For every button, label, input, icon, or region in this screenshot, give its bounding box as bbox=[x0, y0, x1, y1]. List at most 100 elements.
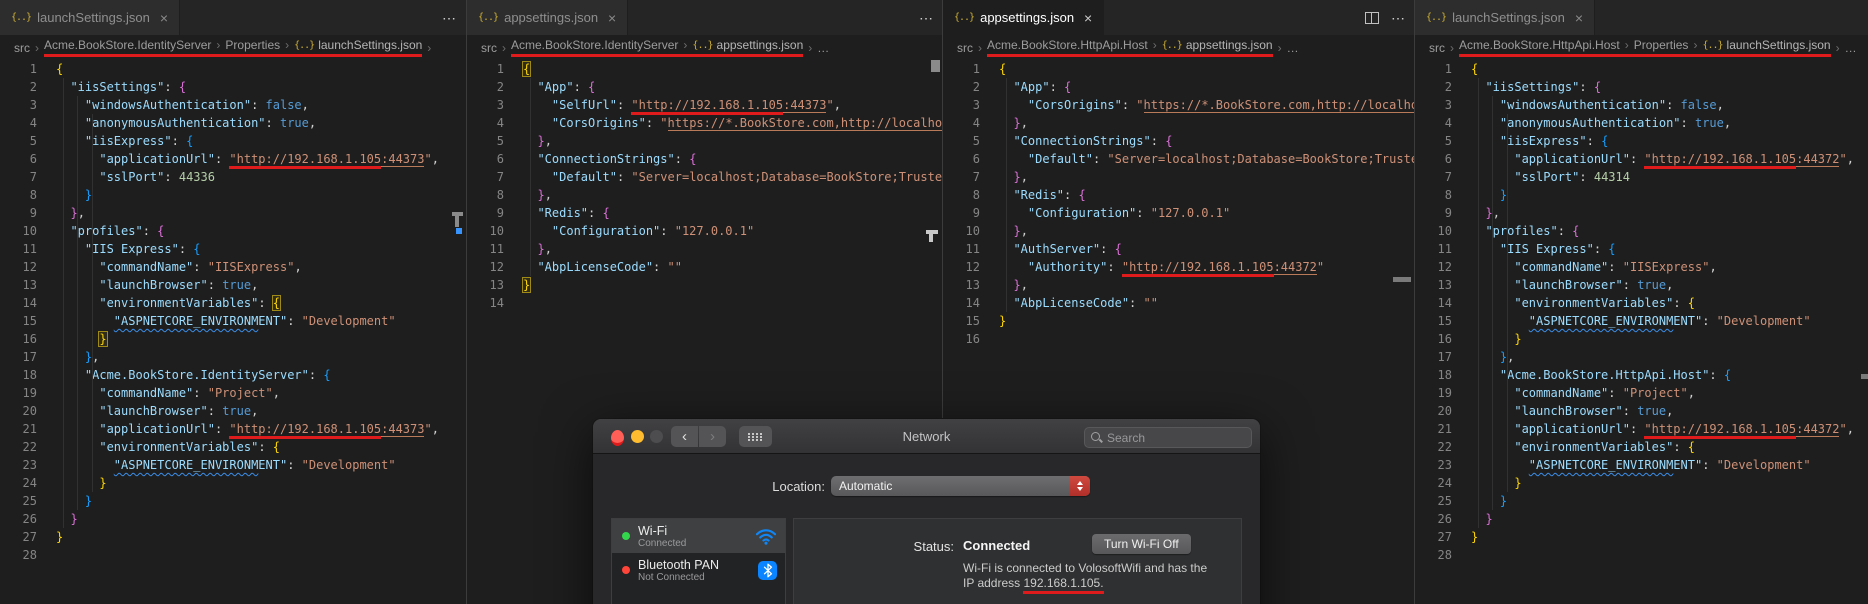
line-number: 11 bbox=[1437, 242, 1452, 256]
line-number: 1 bbox=[29, 62, 37, 76]
line-number: 2 bbox=[496, 80, 504, 94]
line-number: 9 bbox=[972, 206, 980, 220]
breadcrumb-item[interactable]: src bbox=[957, 41, 973, 55]
line-number: 11 bbox=[22, 242, 37, 256]
status-value: Connected bbox=[963, 538, 1031, 553]
code-editor[interactable]: 1{2 "App": {3 "SelfUrl": "http://192.168… bbox=[467, 60, 943, 312]
chevron-right-icon: › bbox=[1152, 38, 1157, 52]
location-select[interactable]: Automatic bbox=[831, 476, 1090, 496]
breadcrumb-item[interactable]: Acme.BookStore.IdentityServer bbox=[44, 38, 211, 52]
json-braces-icon: {..} bbox=[1702, 39, 1723, 51]
breadcrumb-more[interactable]: … bbox=[817, 41, 829, 55]
line-number: 21 bbox=[22, 422, 37, 436]
more-actions-icon[interactable]: ⋯ bbox=[1391, 11, 1405, 25]
close-icon[interactable]: × bbox=[1575, 10, 1583, 26]
code-line: 4 "CorsOrigins": "https://*.BookStore.co… bbox=[467, 114, 943, 132]
code-line: 16 } bbox=[1415, 330, 1868, 348]
close-icon[interactable]: × bbox=[1084, 10, 1092, 26]
breadcrumb-underlined: Acme.BookStore.IdentityServer › {..} appset… bbox=[511, 38, 804, 57]
more-actions-icon[interactable]: ⋯ bbox=[919, 11, 933, 25]
line-number: 22 bbox=[1437, 440, 1452, 454]
search-input[interactable]: Search bbox=[1084, 427, 1252, 448]
location-value: Automatic bbox=[839, 479, 893, 493]
tab-label: launchSettings.json bbox=[37, 10, 150, 25]
code-line: 6 "applicationUrl": "http://192.168.1.10… bbox=[1415, 150, 1868, 169]
chevron-right-icon: › bbox=[216, 38, 221, 52]
service-name: Wi-Fi bbox=[638, 523, 668, 538]
tab-identityserver-launchsettings[interactable]: {..} launchSettings.json × bbox=[0, 0, 181, 35]
chevron-right-icon: › bbox=[502, 40, 506, 55]
code-editor[interactable]: 1{2 "iisSettings": {3 "windowsAuthentica… bbox=[1415, 60, 1868, 564]
breadcrumb-more[interactable]: … bbox=[1287, 41, 1299, 55]
code-line: 26 } bbox=[1415, 510, 1868, 528]
line-number: 14 bbox=[1437, 296, 1452, 310]
line-number: 11 bbox=[489, 242, 504, 256]
code-line: 7 "Default": "Server=localhost;Database=… bbox=[467, 168, 943, 186]
breadcrumb-more[interactable]: … bbox=[1845, 41, 1857, 55]
description-line-1: Wi-Fi is connected to VolosoftWifi and h… bbox=[963, 561, 1208, 575]
line-number: 1 bbox=[496, 62, 504, 76]
breadcrumb-item[interactable]: Acme.BookStore.IdentityServer bbox=[511, 38, 678, 52]
line-number: 24 bbox=[1437, 476, 1452, 490]
code-line: 1{ bbox=[1415, 60, 1868, 78]
editor-actions: ⋯ bbox=[1365, 0, 1405, 35]
line-number: 6 bbox=[496, 152, 504, 166]
close-icon[interactable]: × bbox=[160, 10, 168, 26]
code-line: 11 "IIS Express": { bbox=[1415, 240, 1868, 258]
breadcrumb: src › Acme.BookStore.IdentityServer › {..} ap… bbox=[467, 35, 943, 60]
line-number: 20 bbox=[1437, 404, 1452, 418]
network-services-list: Wi-Fi Connected Bluetooth PAN Not Connec… bbox=[611, 518, 786, 604]
breadcrumb-item[interactable]: Properties bbox=[225, 38, 280, 52]
overview-ruler-mark bbox=[1393, 277, 1411, 282]
chevron-right-icon: › bbox=[1450, 40, 1454, 55]
breadcrumb-file[interactable]: launchSettings.json bbox=[318, 38, 422, 52]
line-number: 15 bbox=[1437, 314, 1452, 328]
turn-wifi-off-button[interactable]: Turn Wi-Fi Off bbox=[1092, 534, 1191, 554]
tab-identityserver-appsettings[interactable]: {..} appsettings.json × bbox=[467, 0, 629, 35]
breadcrumb-item[interactable]: src bbox=[481, 41, 497, 55]
line-number: 2 bbox=[29, 80, 37, 94]
code-line: 8 } bbox=[0, 186, 466, 204]
code-line: 22 "environmentVariables": { bbox=[0, 438, 466, 456]
breadcrumb-item[interactable]: Properties bbox=[1634, 38, 1689, 52]
code-line: 15} bbox=[943, 312, 1415, 330]
code-line: 5 }, bbox=[467, 132, 943, 150]
tab-httpapihost-launchsettings[interactable]: {..} launchSettings.json × bbox=[1415, 0, 1596, 35]
line-number: 13 bbox=[1437, 278, 1452, 292]
code-line: 10 }, bbox=[943, 222, 1415, 240]
code-editor[interactable]: 1{2 "iisSettings": {3 "windowsAuthentica… bbox=[0, 60, 466, 564]
code-line: 9 }, bbox=[1415, 204, 1868, 222]
close-icon[interactable]: × bbox=[608, 10, 616, 26]
breadcrumb-item[interactable]: src bbox=[1429, 41, 1445, 55]
line-number: 3 bbox=[29, 98, 37, 112]
wifi-icon bbox=[755, 529, 777, 545]
code-line: 13 "launchBrowser": true, bbox=[1415, 276, 1868, 294]
breadcrumb-file[interactable]: appsettings.json bbox=[1186, 38, 1273, 52]
code-line: 27} bbox=[0, 528, 466, 546]
breadcrumb-item[interactable]: Acme.BookStore.HttpApi.Host bbox=[987, 38, 1148, 52]
breadcrumb-item[interactable]: Acme.BookStore.HttpApi.Host bbox=[1459, 38, 1620, 52]
editor-actions: ⋯ bbox=[919, 0, 933, 35]
more-actions-icon[interactable]: ⋯ bbox=[442, 11, 456, 25]
tab-httpapihost-appsettings[interactable]: {..} appsettings.json × bbox=[943, 0, 1105, 35]
code-line: 6 "ConnectionStrings": { bbox=[467, 150, 943, 168]
breadcrumb-item[interactable]: src bbox=[14, 41, 30, 55]
line-number: 20 bbox=[22, 404, 37, 418]
breadcrumb-file[interactable]: appsettings.json bbox=[717, 38, 804, 52]
indent-guide bbox=[92, 114, 93, 492]
indent-guide bbox=[1478, 78, 1479, 528]
code-line: 14 "environmentVariables": { bbox=[0, 294, 466, 312]
tab-bar: {..} launchSettings.json × ⋯ bbox=[0, 0, 466, 35]
split-editor-icon[interactable] bbox=[1365, 11, 1379, 24]
service-item-wifi[interactable]: Wi-Fi Connected bbox=[612, 519, 785, 553]
code-line: 25 } bbox=[1415, 492, 1868, 510]
line-number: 22 bbox=[22, 440, 37, 454]
line-number: 6 bbox=[1444, 152, 1452, 166]
breadcrumb-file[interactable]: launchSettings.json bbox=[1727, 38, 1831, 52]
line-number: 4 bbox=[29, 116, 37, 130]
service-item-bluetooth-pan[interactable]: Bluetooth PAN Not Connected bbox=[612, 553, 785, 587]
code-editor[interactable]: 1{2 "App": {3 "CorsOrigins": "https://*.… bbox=[943, 60, 1415, 348]
line-number: 6 bbox=[972, 152, 980, 166]
line-number: 28 bbox=[1437, 548, 1452, 562]
json-braces-icon: {..} bbox=[1426, 12, 1447, 23]
